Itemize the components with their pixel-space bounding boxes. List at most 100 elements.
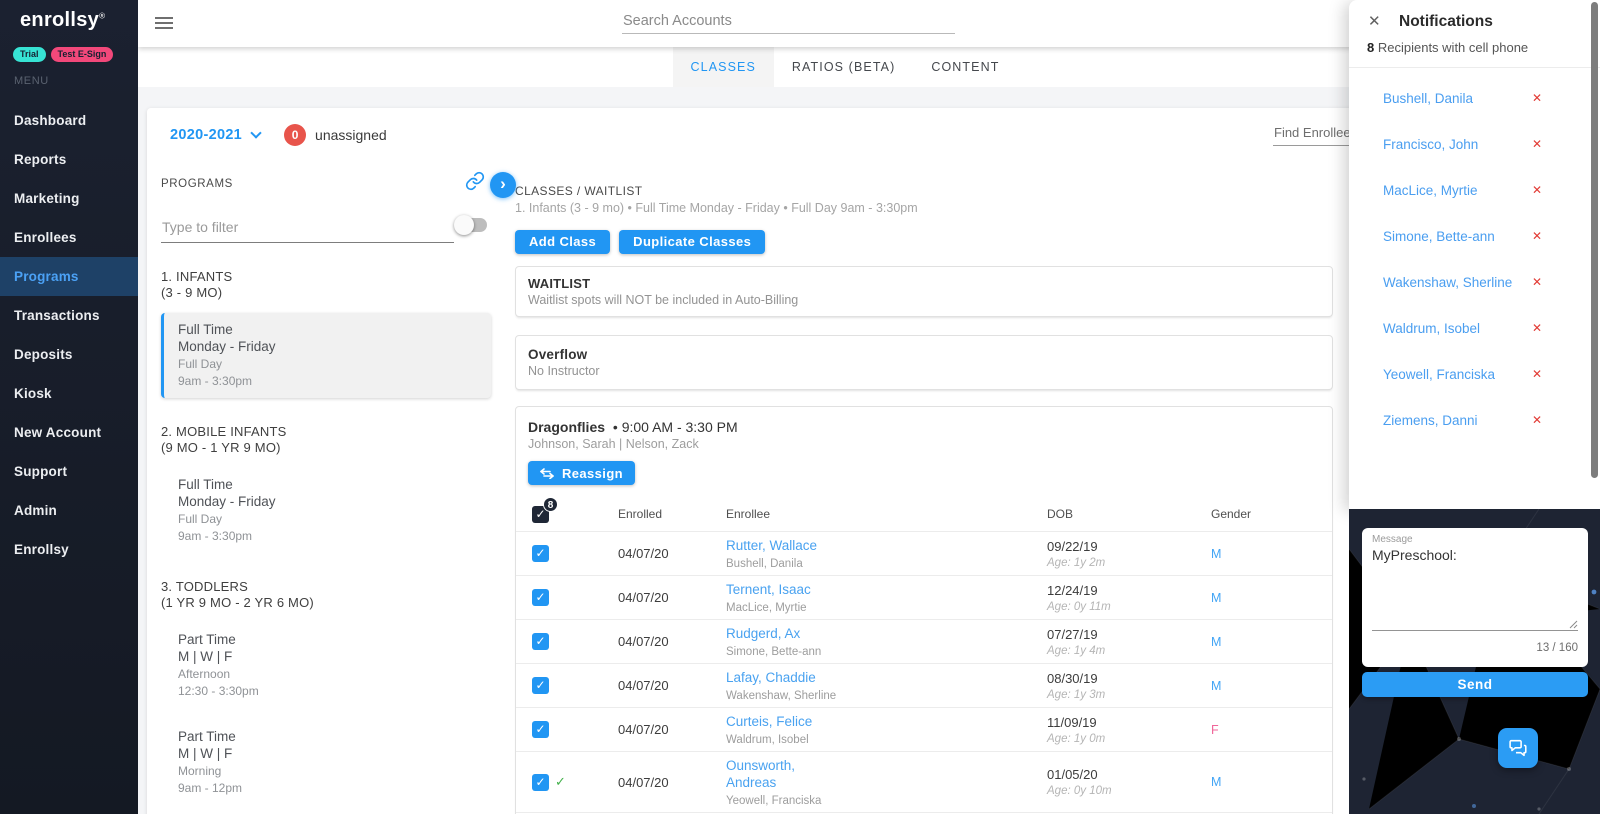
sidebar-item-marketing[interactable]: Marketing <box>0 179 138 218</box>
overflow-subtitle: No Instructor <box>528 364 1320 378</box>
enrollee-link[interactable]: Lafay, Chaddie <box>726 669 816 686</box>
program-ages[interactable]: (9 MO - 1 YR 9 MO) <box>161 440 491 456</box>
sidebar-item-deposits[interactable]: Deposits <box>0 335 138 374</box>
resize-grip-icon[interactable] <box>1569 620 1578 629</box>
scrollbar[interactable] <box>1591 2 1598 478</box>
recipient-name[interactable]: Yeowell, Franciska <box>1383 367 1495 382</box>
row-checkbox[interactable]: ✓ <box>532 774 549 791</box>
sidebar-item-enrollees[interactable]: Enrollees <box>0 218 138 257</box>
recipient-row: Ziemens, Danni ✕ <box>1349 399 1600 445</box>
guardian-name: Wakenshaw, Sherline <box>726 690 1047 702</box>
remove-recipient-icon[interactable]: ✕ <box>1532 137 1542 151</box>
program-ages[interactable]: (3 - 9 MO) <box>161 285 491 301</box>
tab-classes[interactable]: CLASSES <box>673 47 774 87</box>
chevron-right-icon[interactable]: › <box>490 172 516 198</box>
duplicate-classes-button[interactable]: Duplicate Classes <box>619 230 765 254</box>
school-year-select[interactable]: 2020-2021 <box>170 127 242 143</box>
waitlist-card[interactable]: WAITLIST Waitlist spots will NOT be incl… <box>515 266 1333 317</box>
remove-recipient-icon[interactable]: ✕ <box>1532 229 1542 243</box>
row-checkbox[interactable]: ✓ <box>532 721 549 738</box>
recipient-name[interactable]: Bushell, Danila <box>1383 91 1473 106</box>
check-icon: ✓ <box>532 589 549 606</box>
enrolled-date: 04/07/20 <box>618 722 726 737</box>
program-group-mobile-infants: 2. MOBILE INFANTS (9 MO - 1 YR 9 MO) Ful… <box>161 424 491 553</box>
guardian-name: Simone, Bette-ann <box>726 646 1047 658</box>
sidebar-item-support[interactable]: Support <box>0 452 138 491</box>
recipient-name[interactable]: MacLice, Myrtie <box>1383 183 1478 198</box>
program-option[interactable]: Part Time M | W | F Afternoon 12:30 - 3:… <box>161 623 491 708</box>
enrollee-link[interactable]: Ternent, Isaac <box>726 581 811 598</box>
sidebar-item-programs[interactable]: Programs <box>0 257 138 296</box>
option-time: 9am - 3:30pm <box>178 373 475 389</box>
guardian-name: MacLice, Myrtie <box>726 602 1047 614</box>
remove-recipient-icon[interactable]: ✕ <box>1532 91 1542 105</box>
select-all-checkbox[interactable]: ✓ 8 <box>532 506 549 523</box>
recipient-name[interactable]: Wakenshaw, Sherline <box>1383 275 1512 290</box>
remove-recipient-icon[interactable]: ✕ <box>1532 367 1542 381</box>
sidebar-item-transactions[interactable]: Transactions <box>0 296 138 335</box>
sidebar-item-new-account[interactable]: New Account <box>0 413 138 452</box>
program-option[interactable]: Full Time Monday - Friday Full Day 9am -… <box>161 468 491 553</box>
option-session: Afternoon <box>178 666 475 682</box>
chat-fab-button[interactable] <box>1498 728 1538 768</box>
enrollee-link[interactable]: Curteis, Felice <box>726 713 812 730</box>
row-checkbox[interactable]: ✓ <box>532 633 549 650</box>
enrollee-link[interactable]: Rutter, Wallace <box>726 537 817 554</box>
option-time: 12:30 - 3:30pm <box>178 683 475 699</box>
program-option[interactable]: Part Time M | W | F Morning 9am - 12pm <box>161 720 491 805</box>
reassign-arrows-icon <box>540 468 554 479</box>
remove-recipient-icon[interactable]: ✕ <box>1532 321 1542 335</box>
reassign-button[interactable]: Reassign <box>528 461 635 485</box>
tab-content[interactable]: CONTENT <box>913 47 1017 87</box>
sidebar-item-dashboard[interactable]: Dashboard <box>0 101 138 140</box>
remove-recipient-icon[interactable]: ✕ <box>1532 275 1542 289</box>
sidebar-item-reports[interactable]: Reports <box>0 140 138 179</box>
gender-value: M <box>1211 635 1332 649</box>
classes-section-title: CLASSES / WAITLIST <box>515 184 1333 198</box>
classes-panel: CLASSES / WAITLIST 1. Infants (3 - 9 mo)… <box>515 178 1333 814</box>
link-icon[interactable] <box>465 171 485 196</box>
send-button[interactable]: Send <box>1362 672 1588 697</box>
sidebar-item-kiosk[interactable]: Kiosk <box>0 374 138 413</box>
sidebar-item-admin[interactable]: Admin <box>0 491 138 530</box>
option-days: Monday - Friday <box>178 493 475 510</box>
filter-input[interactable] <box>161 216 454 243</box>
unassigned-label: unassigned <box>315 127 387 143</box>
option-type: Part Time <box>178 728 475 745</box>
recipient-name[interactable]: Ziemens, Danni <box>1383 413 1478 428</box>
dob-value: 01/05/20 <box>1047 767 1211 782</box>
row-checkbox[interactable]: ✓ <box>532 677 549 694</box>
program-name[interactable]: 3. TODDLERS <box>161 579 491 595</box>
chevron-down-icon[interactable] <box>250 127 261 138</box>
gender-value: M <box>1211 547 1332 561</box>
sidebar-item-enrollsy[interactable]: Enrollsy <box>0 530 138 569</box>
recipient-name[interactable]: Waldrum, Isobel <box>1383 321 1480 336</box>
overflow-card[interactable]: Overflow No Instructor <box>515 335 1333 390</box>
divider <box>1349 67 1600 68</box>
programs-panel: PROGRAMS 1. INFANTS (3 - 9 MO) Full Time… <box>161 178 491 814</box>
filter-toggle[interactable] <box>457 218 487 232</box>
option-session: Full Day <box>178 511 475 527</box>
recipient-name[interactable]: Simone, Bette-ann <box>1383 229 1495 244</box>
program-name[interactable]: 2. MOBILE INFANTS <box>161 424 491 440</box>
search-input[interactable] <box>622 9 955 34</box>
remove-recipient-icon[interactable]: ✕ <box>1532 183 1542 197</box>
gender-value: M <box>1211 679 1332 693</box>
program-option-selected[interactable]: Full Time Monday - Friday Full Day 9am -… <box>161 313 491 398</box>
enrollee-link[interactable]: Ounsworth, Andreas <box>726 757 844 791</box>
age-value: Age: 1y 3m <box>1047 689 1211 701</box>
message-input[interactable]: MyPreschool: <box>1372 547 1578 619</box>
recipient-name[interactable]: Francisco, John <box>1383 137 1478 152</box>
add-class-button[interactable]: Add Class <box>515 230 610 254</box>
program-ages[interactable]: (1 YR 9 MO - 2 YR 6 MO) <box>161 595 491 611</box>
close-icon[interactable]: ✕ <box>1368 12 1381 30</box>
remove-recipient-icon[interactable]: ✕ <box>1532 413 1542 427</box>
dob-value: 07/27/19 <box>1047 627 1211 642</box>
menu-icon[interactable] <box>155 17 173 32</box>
row-checkbox[interactable]: ✓ <box>532 545 549 562</box>
enrollee-link[interactable]: Rudgerd, Ax <box>726 625 800 642</box>
class-card: Dragonflies • 9:00 AM - 3:30 PM Johnson,… <box>515 406 1333 814</box>
tab-ratios[interactable]: RATIOS (BETA) <box>774 47 913 87</box>
program-name[interactable]: 1. INFANTS <box>161 269 491 285</box>
row-checkbox[interactable]: ✓ <box>532 589 549 606</box>
